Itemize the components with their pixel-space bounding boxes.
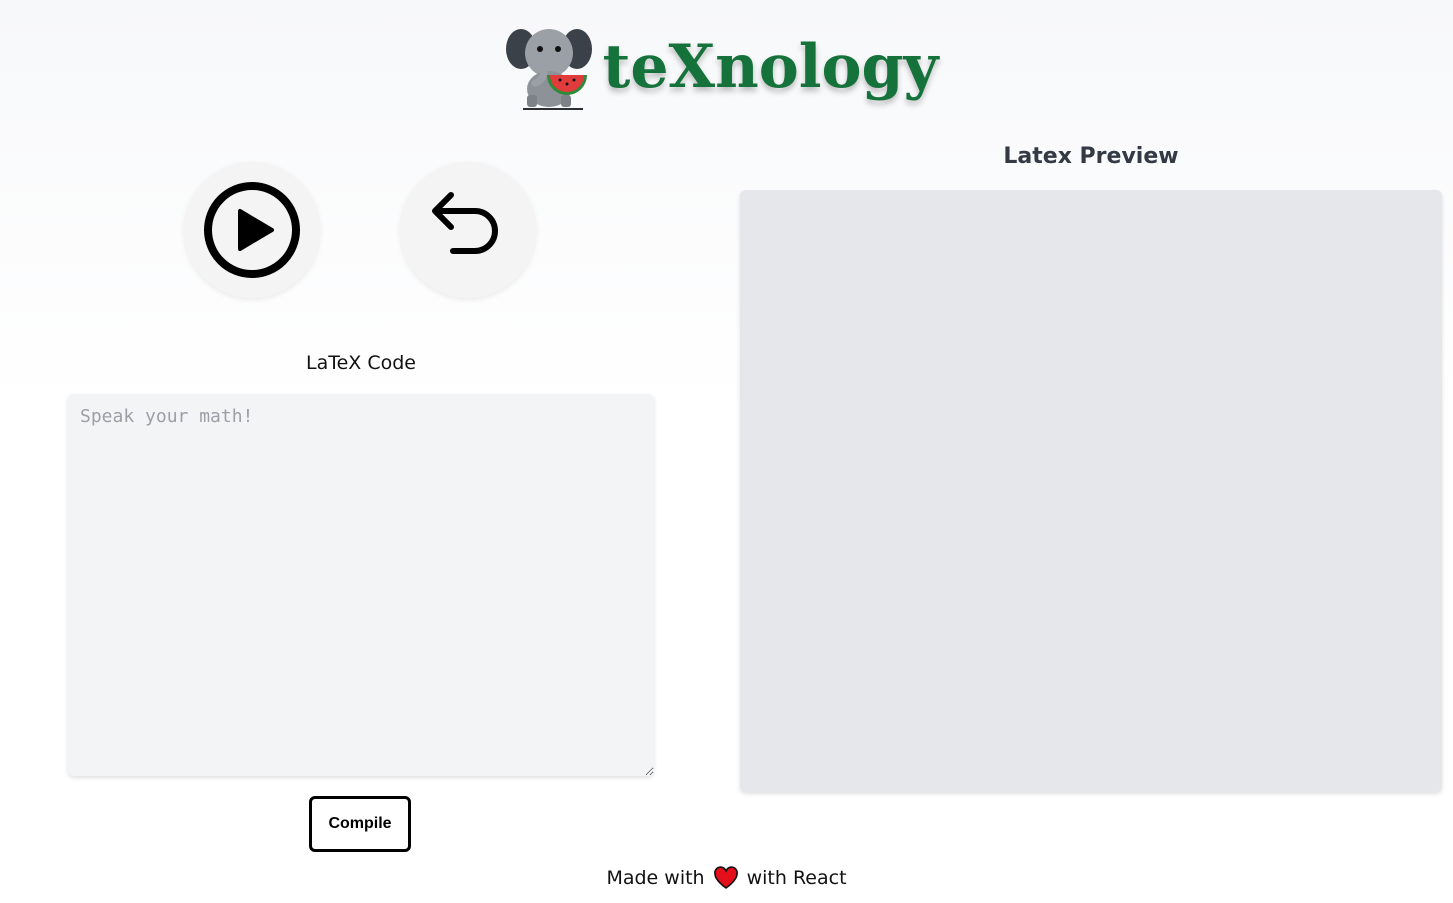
latex-code-input[interactable]	[68, 394, 654, 776]
footer-text-before: Made with	[606, 867, 705, 889]
play-button[interactable]	[184, 162, 320, 298]
brand-logo: teXnology	[505, 23, 939, 111]
footer: Made with with React	[0, 866, 1453, 890]
play-circle-icon	[204, 182, 300, 278]
elephant-eating-watermelon-icon	[505, 29, 592, 110]
voice-controls	[0, 162, 720, 302]
latex-preview-label: Latex Preview	[1003, 144, 1179, 169]
brand-name: teXnology	[602, 32, 939, 102]
latex-code-label: LaTeX Code	[306, 352, 416, 374]
footer-text-after: with React	[746, 867, 847, 889]
undo-button[interactable]	[400, 162, 536, 298]
undo-arrow-icon	[432, 192, 498, 254]
latex-preview-panel	[740, 190, 1442, 792]
header: teXnology	[0, 22, 1453, 112]
compile-button[interactable]: Compile	[309, 796, 411, 852]
heart-icon	[713, 866, 738, 889]
